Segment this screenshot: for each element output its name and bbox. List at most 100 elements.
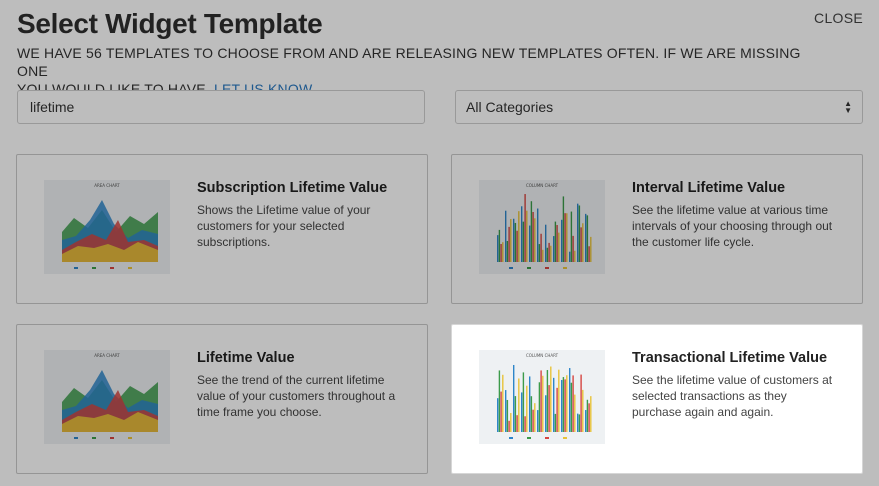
thumbnail-bar [554,413,557,432]
thumbnail-bar [506,240,509,262]
thumbnail-bar [580,374,582,432]
thumbnail-bar [542,375,544,432]
category-select[interactable]: All Categories ▲ ▼ [455,90,863,124]
thumbnail-bar [510,219,512,262]
template-title: Transactional Lifetime Value [632,350,828,366]
thumbnail-bar [577,203,579,262]
thumbnail-bar [566,375,568,432]
area-chart-thumbnail: AREA CHART [44,350,170,444]
thumbnail-bar [590,236,592,262]
thumbnail-bar [529,376,531,432]
select-arrows-icon: ▲ ▼ [844,99,852,115]
thumbnail-bar [577,413,579,432]
thumbnail-bar [556,387,558,432]
close-button[interactable]: CLOSE [814,10,863,26]
thumbnail-bar [545,395,547,432]
thumbnail-chart-title: COLUMN CHART [526,183,559,188]
thumbnail-bar [574,250,576,262]
template-card-transactional-lifetime-value[interactable]: COLUMN CHART Transactional Lifetime Valu… [451,324,863,474]
thumbnail-bar [500,391,502,432]
template-title: Lifetime Value [197,350,295,366]
thumbnail-bar [578,414,581,432]
thumbnail-bar [502,374,504,432]
thumbnail-bar [545,224,547,262]
thumbnail-bar [522,372,525,432]
thumbnail-bar [570,382,573,432]
thumbnail-bar [588,403,590,432]
template-description: See the trend of the current lifetime va… [197,373,396,419]
thumbnail-bar [530,396,533,432]
category-selected-value: All Categories [466,99,554,115]
thumbnail-bar [566,213,568,262]
thumbnail-bar [505,210,507,262]
thumbnail-bar [505,390,507,432]
thumbnail-bar [561,219,563,262]
thumbnail-bar [538,244,541,262]
thumbnail-bar [513,218,515,262]
thumbnail-bar [521,392,523,432]
template-card-lifetime-value[interactable]: AREA CHART Lifetime Value See the trend … [16,324,428,474]
template-title: Subscription Lifetime Value [197,180,388,196]
thumbnail-bar [513,364,515,432]
search-input[interactable] [17,90,425,124]
thumbnail-bar [498,370,501,432]
thumbnail-bar [572,375,574,432]
thumbnail-bar [518,211,520,262]
thumbnail-bar [585,410,587,432]
thumbnail-bar [569,368,571,432]
thumbnail-bar [516,230,518,262]
thumbnail-bar [550,245,552,262]
intro-line-1: WE HAVE 56 TEMPLATES TO CHOOSE FROM AND … [17,45,801,79]
thumbnail-bar [553,236,555,262]
thumbnail-bar [564,379,566,432]
thumbnail-bar [580,227,582,262]
template-title: Interval Lifetime Value [632,180,786,196]
thumbnail-bar [546,370,549,432]
thumbnail-bar [530,201,533,262]
template-description: Shows the Lifetime value of your custome… [197,203,371,249]
thumbnail-bar [578,205,581,262]
thumbnail-bar [570,211,573,262]
thumbnail-bar [582,223,584,262]
thumbnail-bar [497,398,499,432]
thumbnail-bar [524,194,526,262]
thumbnail-bar [516,415,518,432]
thumbnail-bar [572,235,574,262]
thumbnail-bar [542,249,544,262]
thumbnail-bar [585,213,587,262]
thumbnail-bar [540,370,542,432]
thumbnail-bar [558,369,560,432]
thumbnail-bar [590,396,592,432]
thumbnail-chart-title: AREA CHART [94,353,120,358]
thumbnail-bar [514,222,517,262]
thumbnail-bar [529,225,531,262]
thumbnail-bar [556,225,558,262]
thumbnail-bar [540,233,542,262]
thumbnail-chart-title: AREA CHART [94,183,120,188]
thumbnail-bar [554,221,557,262]
thumbnail-bar [497,235,499,262]
thumbnail-bar [562,196,565,262]
thumbnail-bar [574,394,576,432]
thumbnail-bar [521,206,523,262]
thumbnail-bar [510,413,512,432]
thumbnail-bar [553,377,555,432]
thumbnail-bar [526,385,528,432]
template-card-subscription-lifetime-value[interactable]: AREA CHART Subscription Lifetime Value S… [16,154,428,304]
thumbnail-bar [532,409,534,432]
thumbnail-bar [586,399,589,432]
thumbnail-bar [508,420,510,432]
thumbnail-bar [502,242,504,262]
thumbnail-bar [561,379,563,432]
thumbnail-bar [548,385,550,432]
thumbnail-bar [534,218,536,262]
template-card-interval-lifetime-value[interactable]: COLUMN CHART Interval Lifetime Value See… [451,154,863,304]
thumbnail-bar [500,244,502,262]
thumbnail-bar [569,251,571,262]
thumbnail-bar [586,215,589,262]
thumbnail-bar [514,396,517,432]
thumbnail-bar [532,211,534,262]
thumbnail-bar [538,382,541,432]
thumbnail-bar [564,213,566,262]
thumbnail-bar [588,246,590,262]
